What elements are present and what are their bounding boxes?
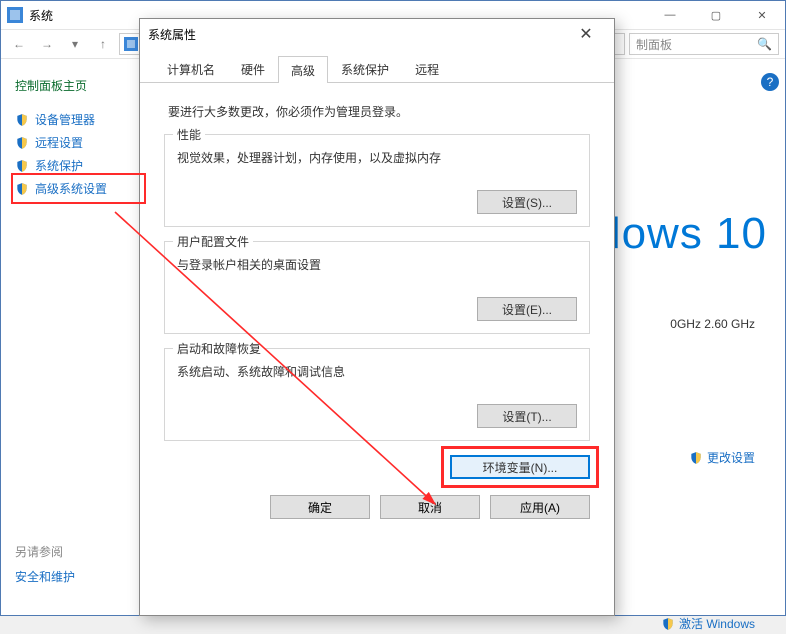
dialog-tabstrip: 计算机名 硬件 高级 系统保护 远程: [140, 49, 614, 83]
chevron-down-icon[interactable]: ▾: [63, 32, 87, 56]
sidebar-item-advanced[interactable]: 高级系统设置: [15, 177, 142, 200]
sidebar-item-label: 高级系统设置: [35, 180, 107, 197]
tab-protection[interactable]: 系统保护: [328, 55, 402, 82]
apply-button[interactable]: 应用(A): [490, 495, 590, 519]
shield-icon: [689, 451, 703, 465]
minimize-button[interactable]: —: [647, 1, 693, 29]
see-also-link[interactable]: 安全和维护: [15, 568, 75, 585]
nav-forward-icon[interactable]: →: [35, 32, 59, 56]
close-button[interactable]: ✕: [739, 1, 785, 29]
change-settings-label: 更改设置: [707, 449, 755, 466]
see-also: 另请参阅 安全和维护: [15, 543, 75, 585]
cp-sidebar: 控制面板主页 设备管理器 远程设置 系统保护 高级系统设置: [1, 59, 146, 615]
windows10-brand: dows 10: [596, 209, 767, 259]
search-placeholder: 制面板: [636, 36, 672, 53]
shield-icon: [661, 617, 675, 631]
shield-icon: [15, 113, 29, 127]
sidebar-item-remote[interactable]: 远程设置: [15, 131, 146, 154]
maximize-button[interactable]: ▢: [693, 1, 739, 29]
shield-icon: [15, 159, 29, 173]
search-icon: 🔍: [757, 37, 772, 51]
dialog-titlebar: 系统属性 ✕: [140, 19, 614, 49]
dialog-title: 系统属性: [148, 26, 196, 43]
sidebar-item-label: 系统保护: [35, 157, 83, 174]
group-desc: 视觉效果，处理器计划，内存使用，以及虚拟内存: [177, 149, 577, 166]
dialog-footer: 确定 取消 应用(A): [140, 495, 614, 519]
activate-label: 激活 Windows: [679, 615, 755, 632]
cancel-button[interactable]: 取消: [380, 495, 480, 519]
dialog-close-button[interactable]: ✕: [566, 24, 606, 44]
nav-up-icon[interactable]: ↑: [91, 32, 115, 56]
change-settings-link[interactable]: 更改设置: [689, 449, 755, 466]
group-title: 启动和故障恢复: [173, 340, 265, 357]
group-user-profiles: 用户配置文件 与登录帐户相关的桌面设置 设置(E)...: [164, 241, 590, 334]
group-desc: 系统启动、系统故障和调试信息: [177, 363, 577, 380]
activate-windows-link[interactable]: 激活 Windows: [661, 615, 755, 632]
group-title: 性能: [173, 126, 205, 143]
sidebar-item-label: 设备管理器: [35, 111, 95, 128]
perf-settings-button[interactable]: 设置(S)...: [477, 190, 577, 214]
nav-back-icon[interactable]: ←: [7, 32, 31, 56]
cp-title: 系统: [29, 7, 53, 24]
group-startup-recovery: 启动和故障恢复 系统启动、系统故障和调试信息 设置(T)...: [164, 348, 590, 441]
system-properties-dialog: 系统属性 ✕ 计算机名 硬件 高级 系统保护 远程 要进行大多数更改，你必须作为…: [139, 18, 615, 616]
tab-advanced[interactable]: 高级: [278, 56, 328, 83]
sidebar-item-protection[interactable]: 系统保护: [15, 154, 146, 177]
tab-hardware[interactable]: 硬件: [228, 55, 278, 82]
startup-settings-button[interactable]: 设置(T)...: [477, 404, 577, 428]
group-desc: 与登录帐户相关的桌面设置: [177, 256, 577, 273]
system-icon: [7, 7, 23, 23]
profile-settings-button[interactable]: 设置(E)...: [477, 297, 577, 321]
sidebar-item-device-manager[interactable]: 设备管理器: [15, 108, 146, 131]
shield-icon: [15, 136, 29, 150]
group-performance: 性能 视觉效果，处理器计划，内存使用，以及虚拟内存 设置(S)...: [164, 134, 590, 227]
search-input[interactable]: 制面板 🔍: [629, 33, 779, 55]
see-also-header: 另请参阅: [15, 543, 75, 560]
shield-icon: [15, 182, 29, 196]
group-title: 用户配置文件: [173, 233, 253, 250]
sidebar-item-label: 远程设置: [35, 134, 83, 151]
admin-note: 要进行大多数更改，你必须作为管理员登录。: [168, 103, 590, 120]
cpu-info: 0GHz 2.60 GHz: [670, 317, 755, 331]
ok-button[interactable]: 确定: [270, 495, 370, 519]
system-icon: [124, 37, 138, 51]
tab-remote[interactable]: 远程: [402, 55, 452, 82]
environment-variables-button[interactable]: 环境变量(N)...: [450, 455, 590, 479]
tab-computer-name[interactable]: 计算机名: [154, 55, 228, 82]
control-panel-home-link[interactable]: 控制面板主页: [15, 77, 146, 94]
